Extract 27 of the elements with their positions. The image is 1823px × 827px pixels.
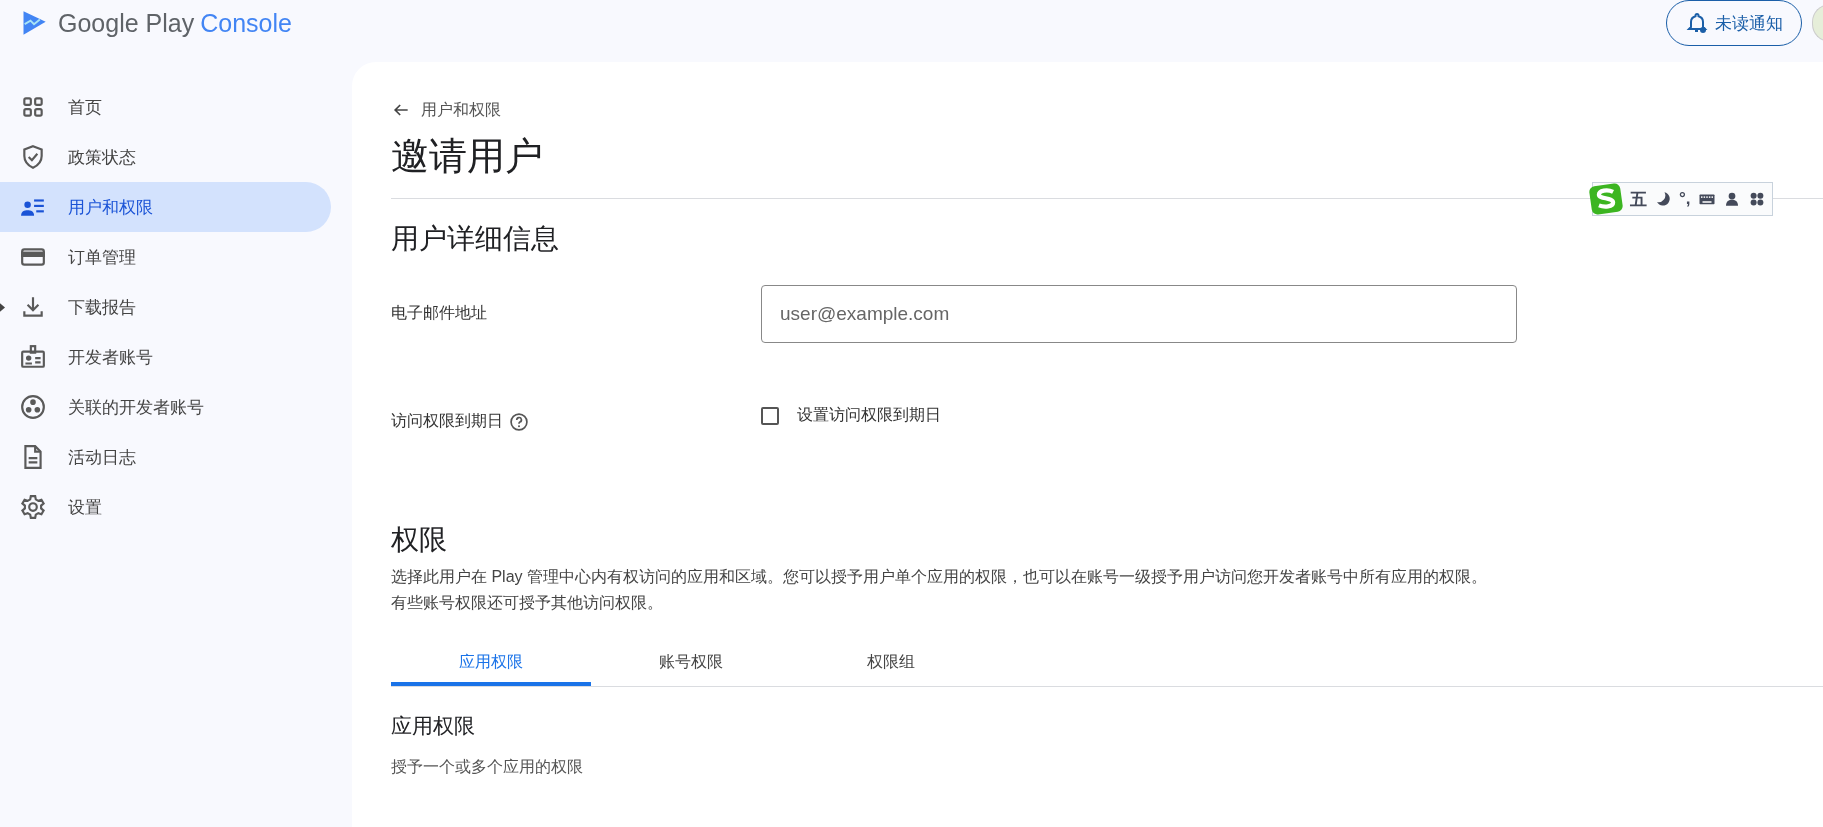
ime-mode-text[interactable]: 五 bbox=[1630, 187, 1647, 211]
tab[interactable]: 账号权限 bbox=[591, 642, 791, 686]
punctuation-text[interactable]: °, bbox=[1679, 189, 1691, 209]
field-label: 访问权限到期日 bbox=[391, 411, 503, 431]
sidebar-item[interactable]: 订单管理 bbox=[0, 232, 331, 282]
subsection-text: 授予一个或多个应用的权限 bbox=[391, 757, 584, 777]
back-link[interactable]: 用户和权限 bbox=[391, 98, 1823, 122]
logo-text: Google Play bbox=[58, 8, 195, 38]
checkbox-label: 设置访问权限到期日 bbox=[797, 405, 941, 425]
logo-accent-text: Console bbox=[200, 8, 292, 38]
sidebar-item[interactable]: 活动日志 bbox=[0, 432, 331, 482]
section-heading: 用户详细信息 bbox=[391, 222, 560, 256]
sidebar-item[interactable]: 首页 bbox=[0, 82, 331, 132]
field-label: 电子邮件地址 bbox=[391, 303, 487, 323]
email-input-field[interactable]: user@example.com bbox=[761, 285, 1517, 343]
sidebar-item[interactable]: 用户和权限 bbox=[0, 182, 331, 232]
sidebar-item[interactable]: 设置 bbox=[0, 482, 331, 532]
sidebar-item[interactable]: 开发者账号 bbox=[0, 332, 331, 382]
section-heading: 权限 bbox=[391, 523, 448, 557]
subsection-heading: 应用权限 bbox=[391, 713, 476, 739]
tab[interactable]: 应用权限 bbox=[391, 642, 591, 686]
page-title: 邀请用户 bbox=[391, 134, 544, 179]
permissions-description: 选择此用户在 Play 管理中心内有权访问的应用和区域。您可以授予用户单个应用的权限，也可以在账号一级授予用户访问您开发者账号中所有应用的权限。有些账号权限还可授予其他访问权限。 bbox=[391, 567, 1488, 613]
tab[interactable]: 权限组 bbox=[791, 642, 991, 686]
sidebar-item[interactable]: 关联的开发者账号 bbox=[0, 382, 331, 432]
sidebar-item[interactable]: 政策状态 bbox=[0, 132, 331, 182]
sidebar-item[interactable]: 下载报告 bbox=[0, 282, 331, 332]
